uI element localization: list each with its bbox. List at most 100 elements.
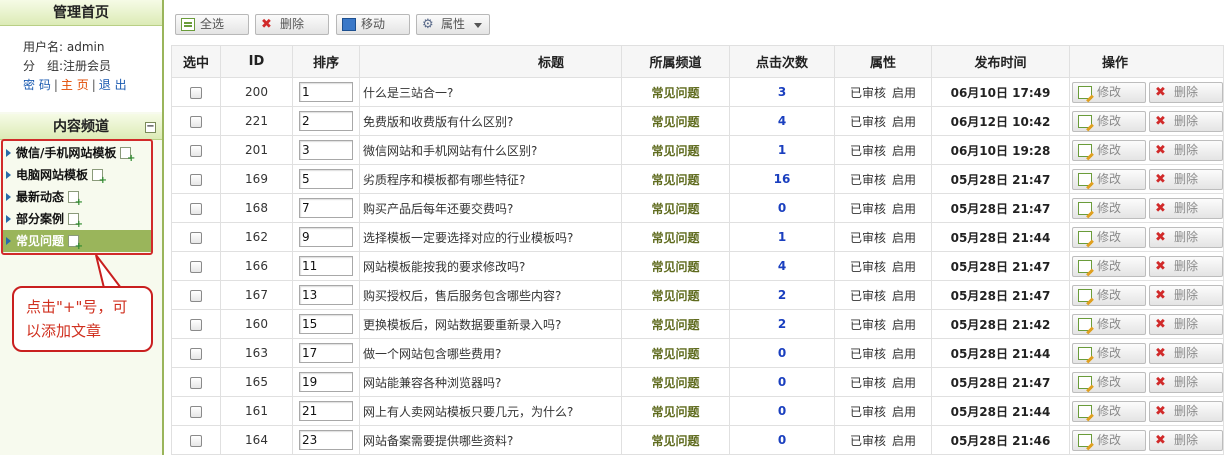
enable-status[interactable]: 启用 bbox=[892, 173, 916, 187]
order-input[interactable] bbox=[299, 198, 353, 218]
row-checkbox[interactable] bbox=[190, 347, 202, 360]
row-channel[interactable]: 常见问题 bbox=[621, 222, 730, 252]
enable-status[interactable]: 启用 bbox=[892, 405, 916, 419]
order-input[interactable] bbox=[299, 82, 353, 102]
row-delete-button[interactable]: ✖ 删除 bbox=[1149, 110, 1223, 132]
row-delete-button[interactable]: ✖ 删除 bbox=[1149, 255, 1223, 277]
row-checkbox[interactable] bbox=[190, 231, 202, 244]
audit-status[interactable]: 已审核 bbox=[850, 202, 886, 216]
row-channel[interactable]: 常见问题 bbox=[621, 280, 730, 310]
row-checkbox[interactable] bbox=[190, 144, 202, 157]
row-channel[interactable]: 常见问题 bbox=[621, 338, 730, 368]
edit-button[interactable]: 修改 bbox=[1072, 371, 1146, 393]
row-title-link[interactable]: 购买产品后每年还要交费吗? bbox=[359, 193, 622, 223]
enable-status[interactable]: 启用 bbox=[892, 434, 916, 448]
audit-status[interactable]: 已审核 bbox=[850, 318, 886, 332]
password-link[interactable]: 密 码 bbox=[23, 78, 51, 92]
order-input[interactable] bbox=[299, 140, 353, 160]
edit-button[interactable]: 修改 bbox=[1072, 110, 1146, 132]
audit-status[interactable]: 已审核 bbox=[850, 231, 886, 245]
row-title-link[interactable]: 网上有人卖网站模板只要几元，为什么? bbox=[359, 396, 622, 426]
select-all-button[interactable]: 全选 bbox=[175, 14, 249, 35]
order-input[interactable] bbox=[299, 256, 353, 276]
row-delete-button[interactable]: ✖ 删除 bbox=[1149, 371, 1223, 393]
order-input[interactable] bbox=[299, 314, 353, 334]
row-title-link[interactable]: 网站备案需要提供哪些资料? bbox=[359, 425, 622, 455]
order-input[interactable] bbox=[299, 285, 353, 305]
row-title-link[interactable]: 微信网站和手机网站有什么区别? bbox=[359, 135, 622, 165]
edit-button[interactable]: 修改 bbox=[1072, 313, 1146, 335]
enable-status[interactable]: 启用 bbox=[892, 144, 916, 158]
home-link[interactable]: 主 页 bbox=[61, 78, 89, 92]
edit-button[interactable]: 修改 bbox=[1072, 342, 1146, 364]
enable-status[interactable]: 启用 bbox=[892, 347, 916, 361]
delete-button[interactable]: ✖ 删除 bbox=[255, 14, 329, 35]
order-input[interactable] bbox=[299, 227, 353, 247]
row-delete-button[interactable]: ✖ 删除 bbox=[1149, 284, 1223, 306]
enable-status[interactable]: 启用 bbox=[892, 376, 916, 390]
order-input[interactable] bbox=[299, 111, 353, 131]
row-checkbox[interactable] bbox=[190, 202, 202, 215]
row-checkbox[interactable] bbox=[190, 376, 202, 389]
audit-status[interactable]: 已审核 bbox=[850, 405, 886, 419]
logout-link[interactable]: 退 出 bbox=[99, 78, 127, 92]
row-title-link[interactable]: 劣质程序和模板都有哪些特征? bbox=[359, 164, 622, 194]
row-delete-button[interactable]: ✖ 删除 bbox=[1149, 226, 1223, 248]
order-input[interactable] bbox=[299, 430, 353, 450]
enable-status[interactable]: 启用 bbox=[892, 260, 916, 274]
row-channel[interactable]: 常见问题 bbox=[621, 251, 730, 281]
edit-button[interactable]: 修改 bbox=[1072, 168, 1146, 190]
row-checkbox[interactable] bbox=[190, 86, 202, 99]
order-input[interactable] bbox=[299, 343, 353, 363]
row-delete-button[interactable]: ✖ 删除 bbox=[1149, 139, 1223, 161]
row-delete-button[interactable]: ✖ 删除 bbox=[1149, 342, 1223, 364]
row-checkbox[interactable] bbox=[190, 405, 202, 418]
audit-status[interactable]: 已审核 bbox=[850, 347, 886, 361]
row-title-link[interactable]: 网站模板能按我的要求修改吗? bbox=[359, 251, 622, 281]
row-channel[interactable]: 常见问题 bbox=[621, 309, 730, 339]
audit-status[interactable]: 已审核 bbox=[850, 144, 886, 158]
edit-button[interactable]: 修改 bbox=[1072, 284, 1146, 306]
audit-status[interactable]: 已审核 bbox=[850, 434, 886, 448]
audit-status[interactable]: 已审核 bbox=[850, 260, 886, 274]
row-channel[interactable]: 常见问题 bbox=[621, 106, 730, 136]
row-channel[interactable]: 常见问题 bbox=[621, 135, 730, 165]
enable-status[interactable]: 启用 bbox=[892, 86, 916, 100]
order-input[interactable] bbox=[299, 372, 353, 392]
row-channel[interactable]: 常见问题 bbox=[621, 396, 730, 426]
row-title-link[interactable]: 免费版和收费版有什么区别? bbox=[359, 106, 622, 136]
row-delete-button[interactable]: ✖ 删除 bbox=[1149, 313, 1223, 335]
row-checkbox[interactable] bbox=[190, 115, 202, 128]
audit-status[interactable]: 已审核 bbox=[850, 289, 886, 303]
row-title-link[interactable]: 购买授权后，售后服务包含哪些内容? bbox=[359, 280, 622, 310]
row-title-link[interactable]: 做一个网站包含哪些费用? bbox=[359, 338, 622, 368]
audit-status[interactable]: 已审核 bbox=[850, 86, 886, 100]
row-title-link[interactable]: 更换模板后，网站数据要重新录入吗? bbox=[359, 309, 622, 339]
order-input[interactable] bbox=[299, 401, 353, 421]
row-channel[interactable]: 常见问题 bbox=[621, 164, 730, 194]
row-title-link[interactable]: 网站能兼容各种浏览器吗? bbox=[359, 367, 622, 397]
row-delete-button[interactable]: ✖ 删除 bbox=[1149, 81, 1223, 103]
audit-status[interactable]: 已审核 bbox=[850, 115, 886, 129]
row-channel[interactable]: 常见问题 bbox=[621, 193, 730, 223]
enable-status[interactable]: 启用 bbox=[892, 289, 916, 303]
row-title-link[interactable]: 选择模板一定要选择对应的行业模板吗? bbox=[359, 222, 622, 252]
row-channel[interactable]: 常见问题 bbox=[621, 367, 730, 397]
edit-button[interactable]: 修改 bbox=[1072, 197, 1146, 219]
order-input[interactable] bbox=[299, 169, 353, 189]
row-checkbox[interactable] bbox=[190, 289, 202, 302]
edit-button[interactable]: 修改 bbox=[1072, 226, 1146, 248]
row-delete-button[interactable]: ✖ 删除 bbox=[1149, 168, 1223, 190]
properties-dropdown[interactable]: ⚙ 属性 bbox=[416, 14, 490, 35]
row-delete-button[interactable]: ✖ 删除 bbox=[1149, 197, 1223, 219]
edit-button[interactable]: 修改 bbox=[1072, 400, 1146, 422]
enable-status[interactable]: 启用 bbox=[892, 115, 916, 129]
audit-status[interactable]: 已审核 bbox=[850, 376, 886, 390]
move-button[interactable]: 移动 bbox=[336, 14, 410, 35]
row-title-link[interactable]: 什么是三站合一? bbox=[359, 77, 622, 107]
edit-button[interactable]: 修改 bbox=[1072, 429, 1146, 451]
row-delete-button[interactable]: ✖ 删除 bbox=[1149, 429, 1223, 451]
home-title[interactable]: 管理首页 bbox=[0, 0, 162, 26]
row-checkbox[interactable] bbox=[190, 434, 202, 447]
enable-status[interactable]: 启用 bbox=[892, 318, 916, 332]
